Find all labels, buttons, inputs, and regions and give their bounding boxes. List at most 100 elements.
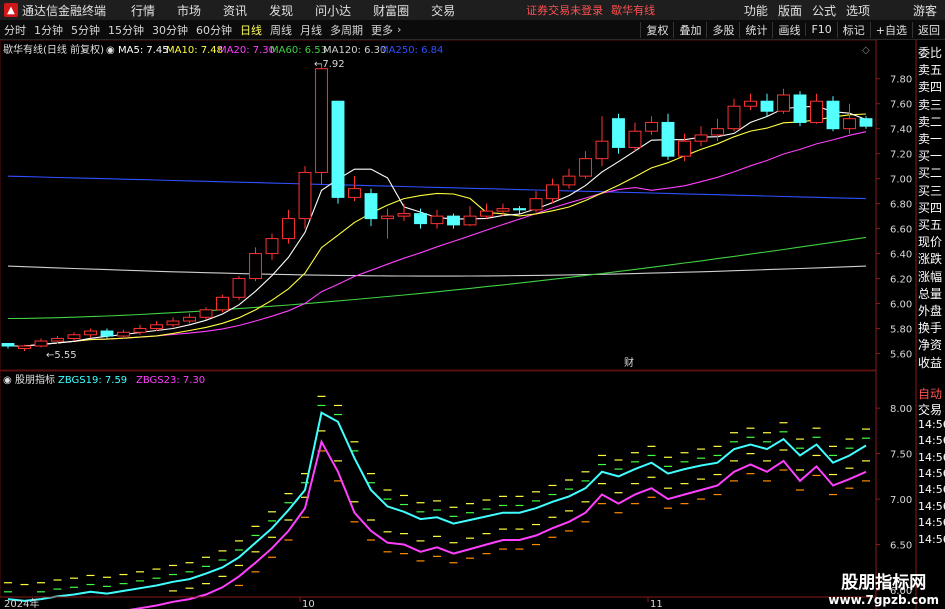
legend-ma60: MA60: 6.53 (270, 45, 327, 56)
candle-up (463, 215, 477, 226)
date-label-nov: 11 (650, 599, 663, 609)
menu-item-function[interactable]: 功能 (739, 2, 773, 19)
panel-options-icon[interactable]: ◇ (862, 45, 870, 56)
draw-line-button[interactable]: 画线 (772, 21, 805, 38)
side-label: 外盘 (918, 304, 943, 318)
menu-item-market[interactable]: 行情 (120, 2, 166, 19)
legend-zbgs23: ZBGS23: 7.30 (136, 375, 205, 386)
period-multi[interactable]: 多周期 (326, 22, 367, 38)
legend-dropdown-icon[interactable]: ◉ (106, 45, 115, 56)
candle-down (793, 94, 807, 123)
menu-item-ask[interactable]: 问小达 (304, 2, 362, 19)
chart-area[interactable]: 歇华有线(日线 前复权) ◉ MA5: 7.45 MA10: 7.48 MA20… (0, 40, 945, 609)
f10-button[interactable]: F10 (805, 23, 836, 36)
indicator-line-zbgs19 (7, 411, 867, 602)
candle-up (744, 100, 757, 107)
candle-down (1, 343, 15, 347)
menu-item-trade[interactable]: 交易 (420, 2, 466, 19)
price-tick-label: 6.00 (890, 300, 912, 311)
side-label: 卖二 (918, 114, 943, 129)
date-label-2024: 2024年 (4, 597, 39, 609)
side-label-lower[interactable]: 自动 (918, 385, 945, 402)
legend-ma120: MA120: 6.30 (323, 45, 386, 56)
candle-up (150, 324, 163, 330)
mark-button[interactable]: 标记 (836, 21, 870, 38)
menu-bar: ▲ 通达信金融终端 行情 市场 资讯 发现 问小达 财富圈 交易 证券交易未登录… (0, 0, 945, 21)
price-tick-label: 7.40 (890, 125, 912, 136)
side-label: 净资 (918, 338, 943, 353)
indicator-tick-label: 7.00 (890, 495, 912, 506)
user-label[interactable]: 游客 (905, 2, 945, 19)
price-tick-label: 7.20 (890, 150, 912, 161)
price-tick-label: 5.60 (890, 350, 912, 361)
candle-up (727, 105, 741, 130)
menu-item-wealth[interactable]: 财富圈 (362, 2, 420, 19)
period-15min[interactable]: 15分钟 (104, 22, 148, 38)
candle-up (51, 338, 64, 342)
candle-up (216, 296, 229, 311)
menu-item-options[interactable]: 选项 (841, 2, 875, 19)
side-label: 卖一 (918, 132, 943, 146)
indicator-dropdown-icon[interactable]: ◉ (3, 375, 12, 386)
period-daily[interactable]: 日线 (236, 22, 266, 38)
period-60min[interactable]: 60分钟 (192, 22, 236, 38)
candle-up (678, 140, 691, 157)
candle-up (117, 331, 130, 337)
back-button[interactable]: 返回 (912, 21, 945, 38)
period-1min[interactable]: 1分钟 (30, 22, 67, 38)
price-tick-label: 5.80 (890, 325, 912, 336)
overlay-button[interactable]: 叠加 (673, 21, 706, 38)
candle-up (645, 121, 658, 132)
period-more[interactable]: 更多 (367, 22, 397, 38)
statistics-button[interactable]: 统计 (739, 21, 772, 38)
side-label: 买一 (918, 149, 943, 164)
login-notice[interactable]: 证券交易未登录 (526, 2, 603, 18)
candle-up (397, 213, 411, 217)
candle-up (315, 68, 328, 173)
side-label-lower: 14:56 (918, 499, 945, 513)
candle-up (34, 340, 48, 347)
side-label-lower: 14:56 (918, 483, 945, 497)
period-30min[interactable]: 30分钟 (148, 22, 192, 38)
period-monthly[interactable]: 月线 (296, 22, 326, 38)
side-label: 收益 (918, 355, 943, 370)
legend-ma5: MA5: 7.45 (118, 45, 169, 56)
price-tick-label: 7.60 (890, 100, 912, 111)
finance-marker[interactable]: 财 (624, 356, 634, 369)
side-label: 买二 (918, 166, 943, 181)
candle-down (100, 330, 114, 337)
candle-up (579, 158, 592, 177)
indicator-tick-label: 7.50 (890, 450, 912, 461)
candle-up (348, 188, 361, 198)
price-tick-label: 7.00 (890, 175, 912, 186)
period-5min[interactable]: 5分钟 (67, 22, 104, 38)
rights-button[interactable]: 复权 (640, 21, 673, 38)
price-tick-label: 7.80 (890, 75, 912, 86)
main-panel-frame (0, 40, 877, 371)
side-label-lower[interactable]: 交易 (918, 401, 945, 418)
menu-item-news[interactable]: 资讯 (212, 2, 258, 19)
menu-item-formula[interactable]: 公式 (807, 2, 841, 19)
period-tick[interactable]: 分时 (0, 22, 30, 38)
menu-item-markets[interactable]: 市场 (166, 2, 212, 19)
stock-link[interactable]: 歇华有线 (611, 2, 655, 18)
watermark: 股朋指标网 www.7gpzb.com (828, 568, 939, 607)
candle-up (562, 175, 576, 186)
period-toolbar: 分时 1分钟 5分钟 15分钟 30分钟 60分钟 日线 周线 月线 多周期 更… (0, 20, 945, 40)
menu-item-layout[interactable]: 版面 (773, 2, 807, 19)
side-label: 现价 (918, 235, 943, 250)
candle-up (430, 215, 444, 225)
chevron-right-icon[interactable]: › (397, 23, 401, 36)
menu-item-discover[interactable]: 发现 (258, 2, 304, 19)
candle-up (166, 320, 180, 326)
watermark-title: 股朋指标网 (841, 573, 927, 593)
period-weekly[interactable]: 周线 (266, 22, 296, 38)
candle-up (84, 330, 97, 336)
side-label-lower: 14:56 (918, 467, 945, 480)
candle-down (364, 193, 378, 220)
add-watchlist-button[interactable]: +自选 (869, 21, 912, 38)
indicator-title: 股朋指标 (15, 373, 55, 386)
side-label-lower: 14:56 (918, 434, 945, 448)
multi-stock-button[interactable]: 多股 (706, 21, 739, 38)
candle-down (447, 215, 460, 226)
